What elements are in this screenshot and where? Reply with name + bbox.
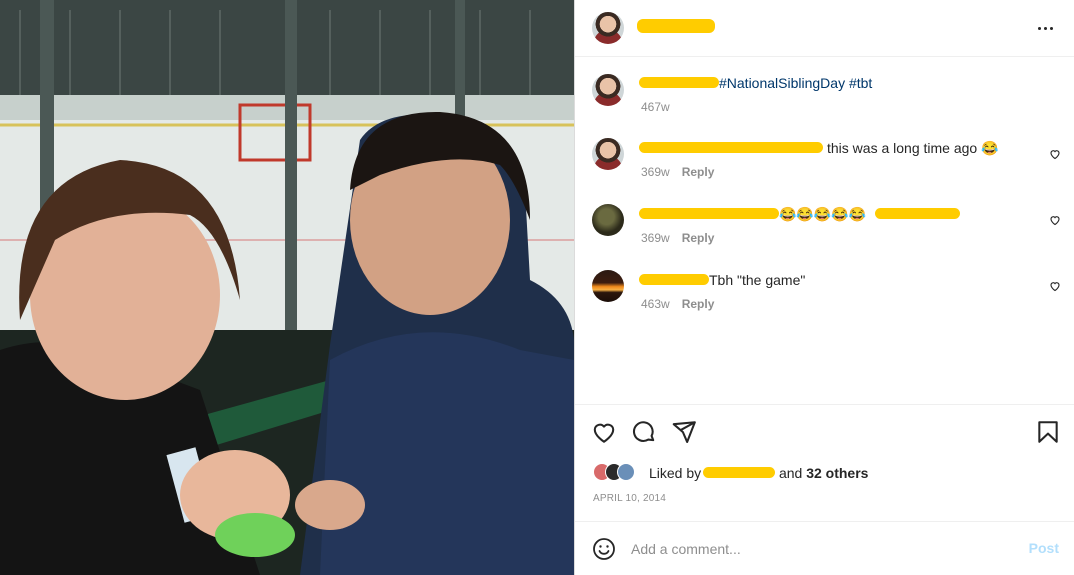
caption-author-avatar[interactable] (592, 74, 624, 106)
comment-icon[interactable] (631, 419, 657, 445)
commenter-name-redaction (639, 274, 709, 285)
post-button[interactable]: Post (1029, 540, 1059, 556)
comment-age: 369w (641, 231, 670, 245)
add-comment-bar: Post (575, 521, 1074, 575)
post-side-panel: #NationalSiblingDay #tbt 467w this was a… (574, 0, 1074, 575)
post-header (575, 0, 1074, 57)
caption-username-redaction (639, 77, 719, 88)
caption-hashtags[interactable]: #NationalSiblingDay #tbt (719, 75, 872, 91)
author-avatar[interactable] (592, 12, 624, 44)
heart-icon[interactable] (591, 419, 617, 445)
liker-avatar (617, 463, 635, 481)
heart-icon[interactable] (1049, 148, 1061, 160)
liker-name-redaction (703, 467, 775, 478)
commenter-name-redaction (639, 142, 823, 153)
comment-meta: 369w Reply (641, 231, 714, 245)
commenter-avatar[interactable] (592, 138, 624, 170)
comment-text-redaction (875, 208, 960, 219)
comment-age: 369w (641, 165, 670, 179)
heart-icon[interactable] (1049, 214, 1061, 226)
reply-button[interactable]: Reply (682, 297, 715, 311)
comment-meta: 463w Reply (641, 297, 714, 311)
bookmark-icon[interactable] (1035, 419, 1061, 445)
post-actions: Liked by and 32 others APRIL 10, 2014 (575, 404, 1074, 521)
comment-item: Tbh "the game" 463w Reply (575, 270, 1074, 320)
comment-meta: 369w Reply (641, 165, 714, 179)
reply-button[interactable]: Reply (682, 165, 715, 179)
commenter-name-redaction (639, 208, 779, 219)
heart-icon[interactable] (1049, 280, 1061, 292)
comment-item: this was a long time ago 😂 369w Reply (575, 138, 1074, 188)
comments-list: #NationalSiblingDay #tbt 467w this was a… (575, 57, 1074, 404)
likes-prefix: Liked by (649, 465, 702, 481)
likes-conjunction: and (778, 465, 803, 481)
more-icon[interactable] (1035, 18, 1055, 38)
caption-age: 467w (641, 100, 670, 114)
comment-text: Tbh "the game" (709, 272, 806, 288)
likes-summary: Liked by and 32 others (593, 461, 1063, 483)
commenter-avatar[interactable] (592, 204, 624, 236)
caption-text: #NationalSiblingDay #tbt (719, 74, 872, 92)
comment-text: 😂😂😂😂😂 (779, 206, 867, 222)
commenter-avatar[interactable] (592, 270, 624, 302)
reply-button[interactable]: Reply (682, 231, 715, 245)
photo-illustration (0, 0, 574, 575)
post-photo[interactable] (0, 0, 574, 575)
username-redaction (637, 19, 715, 33)
post-date: APRIL 10, 2014 (593, 493, 667, 504)
comment-input[interactable] (631, 539, 1011, 559)
comment-item: 😂😂😂😂😂 369w Reply (575, 204, 1074, 254)
comment-text: this was a long time ago 😂 (827, 140, 999, 156)
caption: #NationalSiblingDay #tbt 467w (575, 73, 1074, 123)
emoji-icon[interactable] (592, 537, 616, 561)
likes-others[interactable]: 32 others (806, 465, 868, 481)
comment-age: 463w (641, 297, 670, 311)
share-icon[interactable] (671, 419, 697, 445)
